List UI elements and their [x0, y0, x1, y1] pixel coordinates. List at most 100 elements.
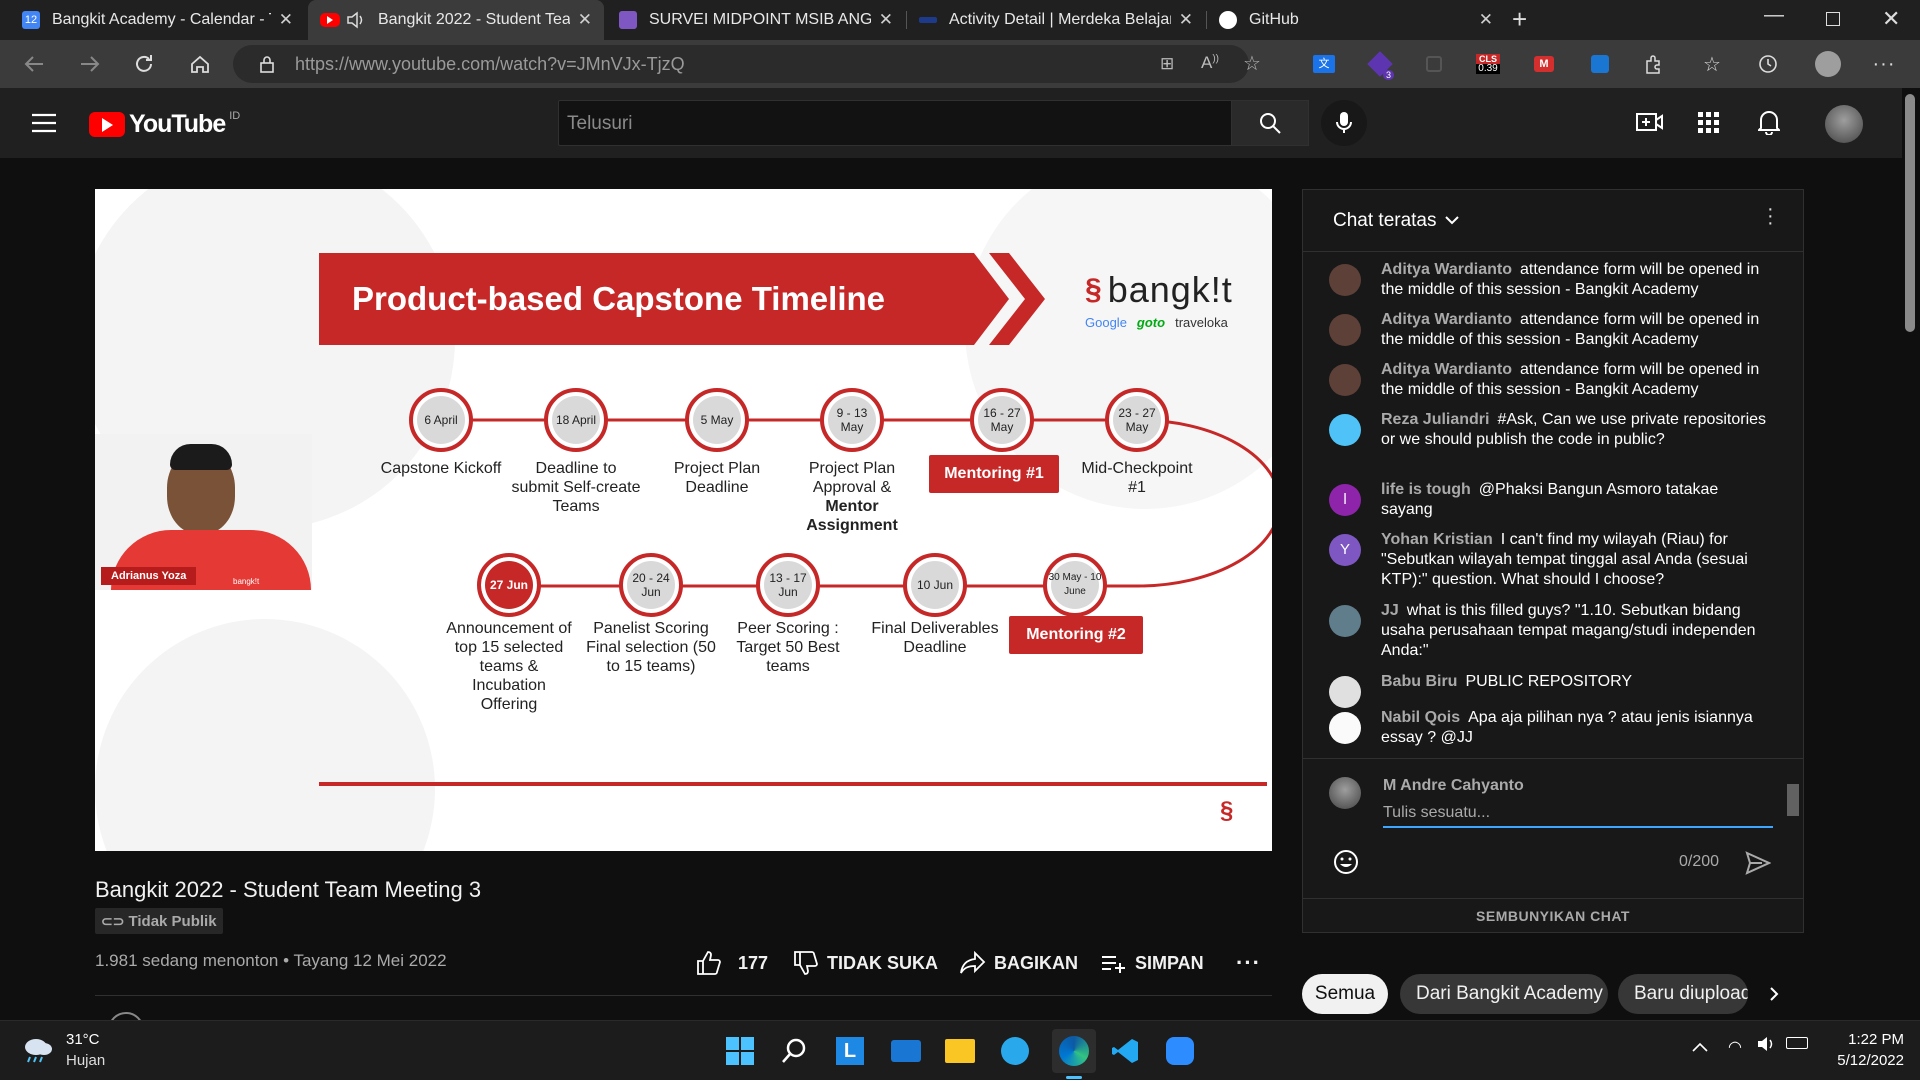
- chevron-down-icon: [1444, 216, 1459, 225]
- voice-search-button[interactable]: [1321, 100, 1367, 146]
- cls-metric-extension[interactable]: CLS 0.39: [1474, 50, 1502, 78]
- chat-mode-dropdown[interactable]: Chat teratas: [1333, 210, 1459, 232]
- chat-scrollbar[interactable]: [1785, 254, 1801, 824]
- copy-extension-icon[interactable]: [1586, 50, 1614, 78]
- letter-l-app-icon[interactable]: L: [832, 1033, 868, 1069]
- chat-author[interactable]: Babu Biru: [1381, 673, 1457, 690]
- read-aloud-icon[interactable]: A)): [1201, 53, 1219, 73]
- address-bar[interactable]: https://www.youtube.com/watch?v=JMnVJx-T…: [233, 45, 1261, 83]
- tab-merdeka[interactable]: Activity Detail | Merdeka Belajar ✕: [907, 0, 1205, 40]
- timeline-node-date: 9 - 13 May: [820, 388, 884, 452]
- zoom-icon[interactable]: [1162, 1033, 1198, 1069]
- lock-icon[interactable]: [259, 55, 275, 78]
- chat-author[interactable]: Aditya Wardianto: [1381, 361, 1512, 378]
- chips-next-icon[interactable]: [1760, 980, 1788, 1008]
- new-tab-button[interactable]: +: [1512, 6, 1527, 32]
- apps-grid-icon[interactable]: [1698, 112, 1720, 139]
- youtube-logo[interactable]: YouTube ID: [89, 110, 240, 139]
- chat-author[interactable]: JJ: [1381, 602, 1399, 619]
- hide-chat-button[interactable]: SEMBUNYIKAN CHAT: [1303, 908, 1803, 924]
- tab-youtube[interactable]: Bangkit 2022 - Student Tear ✕: [308, 0, 604, 40]
- video-title: Bangkit 2022 - Student Team Meeting 3: [95, 877, 482, 902]
- hamburger-menu-icon[interactable]: [32, 113, 56, 138]
- browser-menu-icon[interactable]: ···: [1870, 50, 1898, 78]
- chat-author[interactable]: Aditya Wardianto: [1381, 261, 1512, 278]
- create-video-icon[interactable]: [1636, 110, 1664, 139]
- extension-badge-icon[interactable]: 3: [1366, 50, 1394, 80]
- chat-message: Babu Biru PUBLIC REPOSITORY: [1329, 673, 1779, 708]
- page-scrollbar[interactable]: [1902, 88, 1920, 1020]
- github-icon: [1219, 11, 1237, 29]
- weather-temperature[interactable]: 31°C: [66, 1031, 100, 1048]
- chip-from-channel[interactable]: Dari Bangkit Academy: [1400, 974, 1608, 1014]
- chat-message-input[interactable]: Tulis sesuatu...: [1383, 802, 1773, 828]
- share-button[interactable]: BAGIKAN: [960, 948, 1078, 978]
- chat-menu-icon[interactable]: · · ·: [1767, 199, 1774, 233]
- weather-description[interactable]: Hujan: [66, 1052, 105, 1069]
- translate-extension-icon[interactable]: 文: [1310, 50, 1338, 78]
- show-hidden-icons-icon[interactable]: [1692, 1039, 1708, 1057]
- vscode-icon[interactable]: [1108, 1033, 1144, 1069]
- history-icon[interactable]: [1754, 50, 1782, 78]
- minimize-window-button[interactable]: —: [1764, 4, 1784, 27]
- emoji-icon[interactable]: [1333, 849, 1359, 880]
- dislike-button[interactable]: TIDAK SUKA: [793, 948, 938, 978]
- url-text[interactable]: https://www.youtube.com/watch?v=JMnVJx-T…: [295, 54, 685, 75]
- close-tab-icon[interactable]: ✕: [1179, 10, 1193, 30]
- close-tab-icon[interactable]: ✕: [1479, 10, 1493, 30]
- favorite-add-icon[interactable]: ☆: [1243, 51, 1261, 76]
- close-tab-icon[interactable]: ✕: [879, 10, 893, 30]
- more-actions-icon[interactable]: ···: [1236, 948, 1261, 978]
- tab-survey[interactable]: SURVEI MIDPOINT MSIB ANGKA ✕: [607, 0, 905, 40]
- timeline-node-label-bold: Mentor Assignment: [806, 498, 898, 534]
- clock-time[interactable]: 1:22 PM: [1820, 1031, 1904, 1048]
- wifi-icon[interactable]: ◠: [1728, 1037, 1742, 1057]
- tab-calendar[interactable]: 12 Bangkit Academy - Calendar - Th ✕: [10, 0, 305, 40]
- video-player[interactable]: Product-based Capstone Timeline § bangk!…: [95, 189, 1272, 851]
- extensions-puzzle-icon[interactable]: [1640, 50, 1668, 78]
- notifications-bell-icon[interactable]: [1756, 109, 1782, 140]
- volume-icon[interactable]: [1756, 1035, 1776, 1058]
- chip-recently-uploaded[interactable]: Baru diupload: [1618, 974, 1748, 1014]
- page-scrollbar-thumb[interactable]: [1905, 94, 1915, 332]
- tab-github[interactable]: GitHub ✕: [1207, 0, 1505, 40]
- maximize-window-button[interactable]: [1826, 12, 1840, 26]
- telegram-icon[interactable]: [997, 1033, 1033, 1069]
- send-icon[interactable]: [1745, 851, 1772, 880]
- home-icon[interactable]: [184, 48, 216, 80]
- app-available-icon[interactable]: ⊞: [1160, 54, 1174, 74]
- profile-avatar[interactable]: [1814, 50, 1842, 78]
- disabled-extension-icon[interactable]: [1420, 50, 1448, 78]
- save-button[interactable]: SIMPAN: [1101, 948, 1204, 978]
- clock-date[interactable]: 5/12/2022: [1820, 1052, 1904, 1069]
- chat-avatar: [1329, 414, 1361, 446]
- forward-button[interactable]: [74, 48, 106, 80]
- search-button[interactable]: [1231, 100, 1309, 146]
- chat-author[interactable]: Yohan Kristian: [1381, 531, 1493, 548]
- account-avatar[interactable]: [1825, 105, 1863, 143]
- back-button[interactable]: [18, 48, 50, 80]
- search-input[interactable]: Telusuri: [558, 100, 1231, 146]
- search-taskbar-icon[interactable]: [777, 1033, 813, 1069]
- mail-icon[interactable]: [888, 1033, 924, 1069]
- like-button[interactable]: 177: [696, 948, 768, 978]
- windows-start-icon[interactable]: [722, 1033, 758, 1069]
- chat-author[interactable]: Reza Juliandri: [1381, 411, 1489, 428]
- refresh-icon[interactable]: [128, 48, 160, 80]
- file-explorer-icon[interactable]: [942, 1033, 978, 1069]
- close-window-button[interactable]: ✕: [1882, 6, 1900, 32]
- tab-title: SURVEI MIDPOINT MSIB ANGKA: [649, 11, 871, 28]
- chip-all[interactable]: Semua: [1302, 974, 1388, 1014]
- chat-scrollbar-thumb[interactable]: [1787, 784, 1799, 816]
- battery-icon[interactable]: [1786, 1037, 1808, 1049]
- close-tab-icon[interactable]: ✕: [578, 10, 592, 30]
- edge-browser-icon[interactable]: [1052, 1029, 1096, 1073]
- close-tab-icon[interactable]: ✕: [279, 10, 293, 30]
- audio-playing-icon[interactable]: [346, 11, 366, 29]
- weather-cloud-icon[interactable]: [22, 1035, 54, 1070]
- chat-author[interactable]: life is tough: [1381, 481, 1471, 498]
- chat-author[interactable]: Nabil Qois: [1381, 709, 1460, 726]
- chat-author[interactable]: Aditya Wardianto: [1381, 311, 1512, 328]
- mendeley-extension-icon[interactable]: M: [1530, 50, 1558, 78]
- favorites-icon[interactable]: ☆: [1698, 50, 1726, 78]
